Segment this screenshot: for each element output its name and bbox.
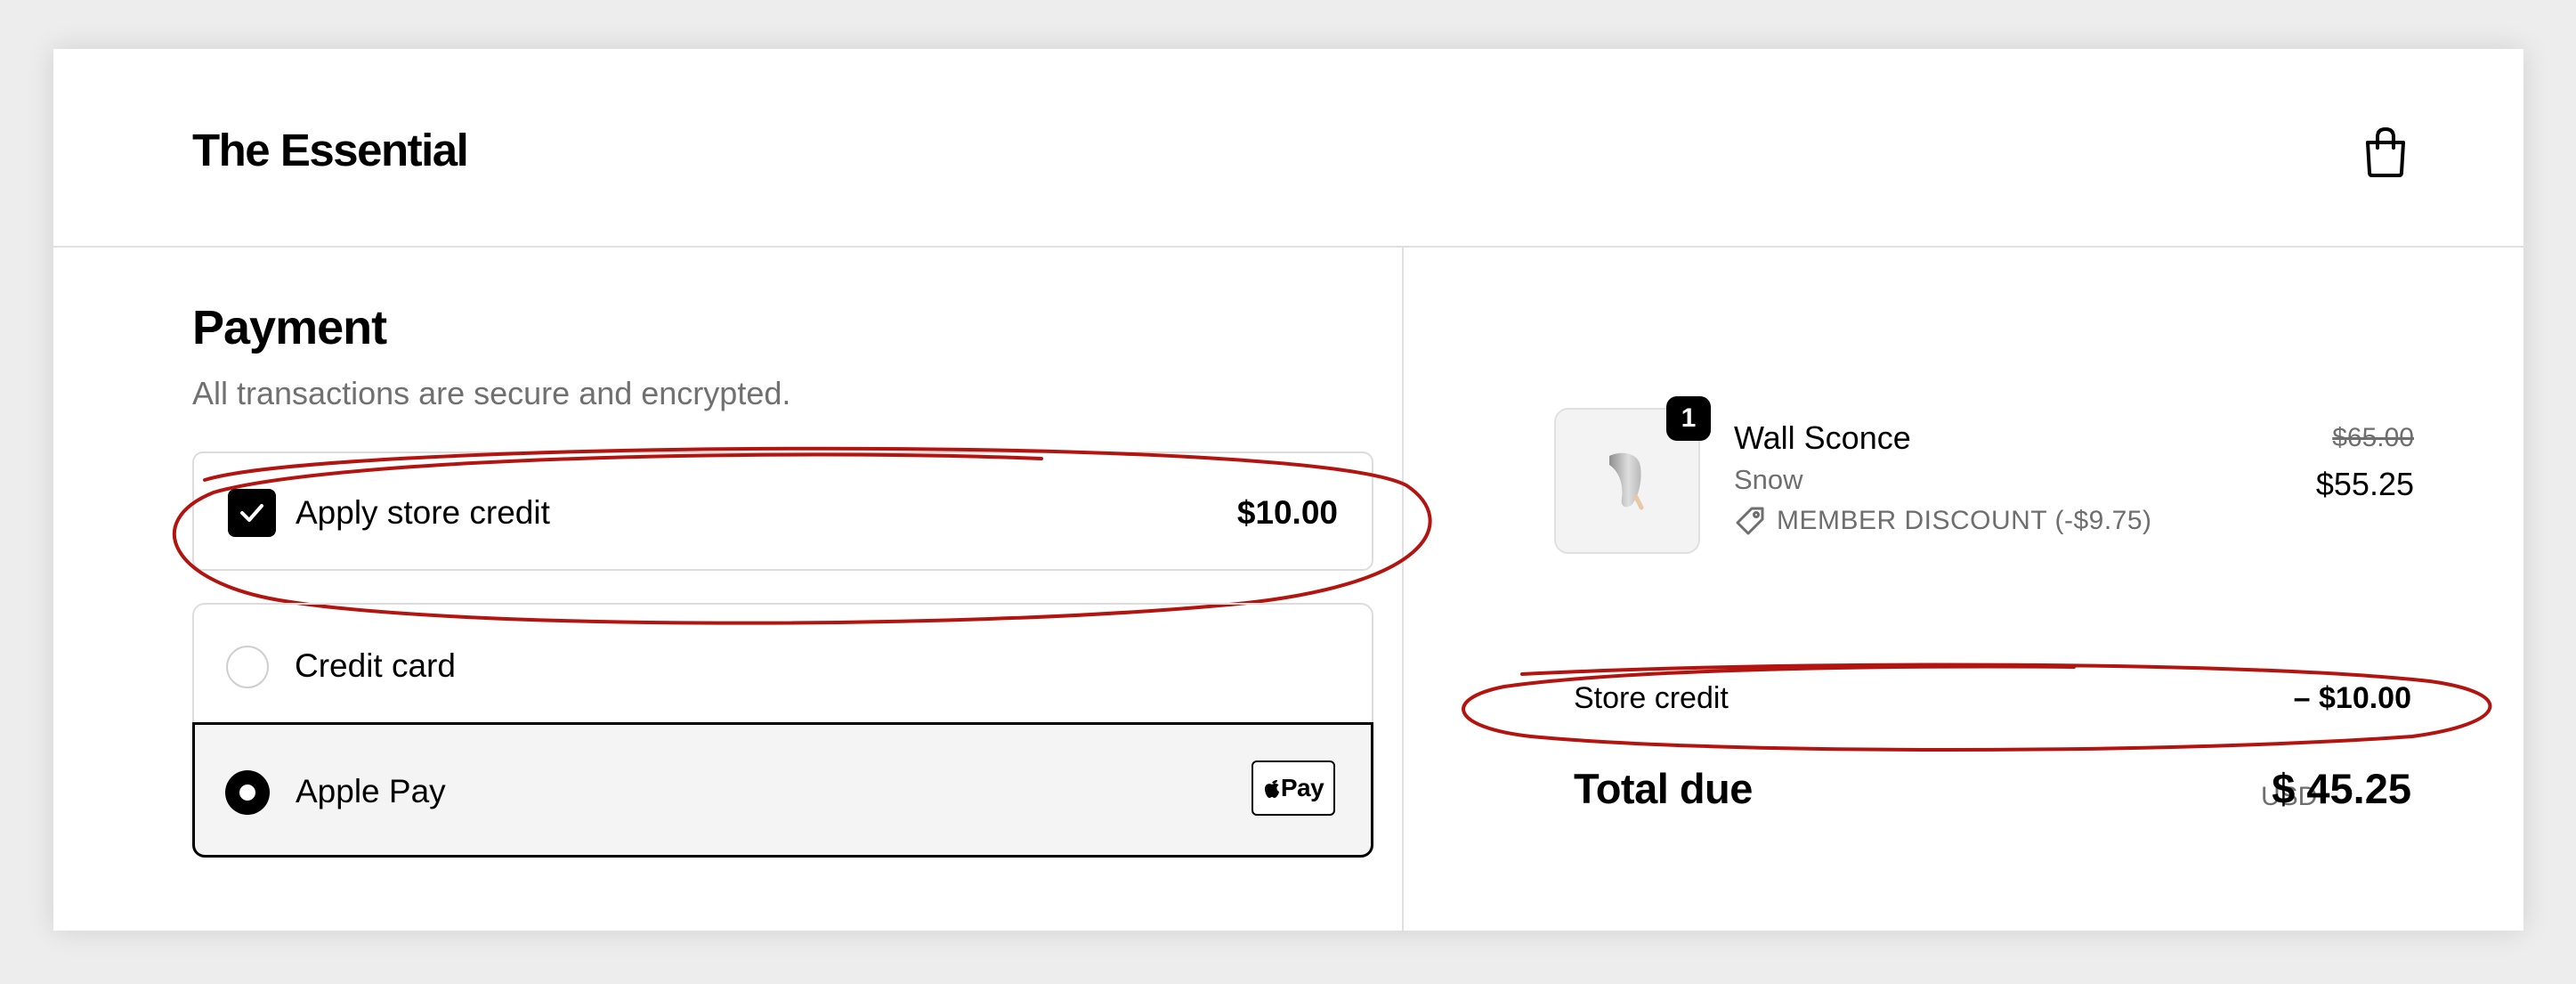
total-amount: $ 45.25 [2272,765,2411,812]
discounted-price: $55.25 [2315,466,2414,502]
wall-sconce-image [1609,452,1644,510]
quantity-badge: 1 [1666,396,1711,441]
apple-pay-radio[interactable] [225,770,270,815]
apple-pay-badge: Pay [1252,760,1335,816]
product-name: Wall Sconce [1734,419,1911,456]
discount-text: MEMBER DISCOUNT (-$9.75) [1777,506,2152,535]
payment-methods: Credit card Apple Pay Pay [192,603,1373,858]
original-price: $65.00 [2332,423,2414,452]
store-credit-option[interactable]: Apply store credit $10.00 [192,451,1373,571]
column-divider [1402,248,1404,931]
payment-method-apple-pay[interactable]: Apple Pay Pay [192,722,1373,858]
apple-pay-badge-text: Pay [1280,774,1324,801]
apple-pay-label: Apple Pay [296,773,446,809]
summary-store-credit-amount: – $10.00 [2293,681,2411,715]
store-credit-label: Apply store credit [296,494,550,531]
tag-icon [1736,507,1764,535]
checkout-page: The Essential Payment All transactions a… [53,49,2523,931]
brand-logo[interactable]: The Essential [192,124,469,176]
product-variant: Snow [1734,464,1803,495]
payment-method-credit-card[interactable]: Credit card [192,603,1373,724]
shopping-bag-icon [2366,127,2405,177]
apple-logo-icon [1264,780,1279,798]
payment-subtitle: All transactions are secure and encrypte… [192,375,791,411]
summary-store-credit-label: Store credit [1574,681,1729,715]
payment-title: Payment [192,301,387,354]
site-header: The Essential [53,49,2523,248]
store-credit-amount: $10.00 [1236,494,1338,531]
discount-line: MEMBER DISCOUNT (-$9.75) [1734,505,2152,537]
store-credit-checkbox[interactable] [228,489,276,537]
checkmark-icon [240,504,263,522]
credit-card-radio[interactable] [226,646,269,688]
total-due-label: Total due [1574,765,1753,812]
credit-card-label: Credit card [295,647,456,684]
cart-button[interactable] [2353,120,2418,184]
